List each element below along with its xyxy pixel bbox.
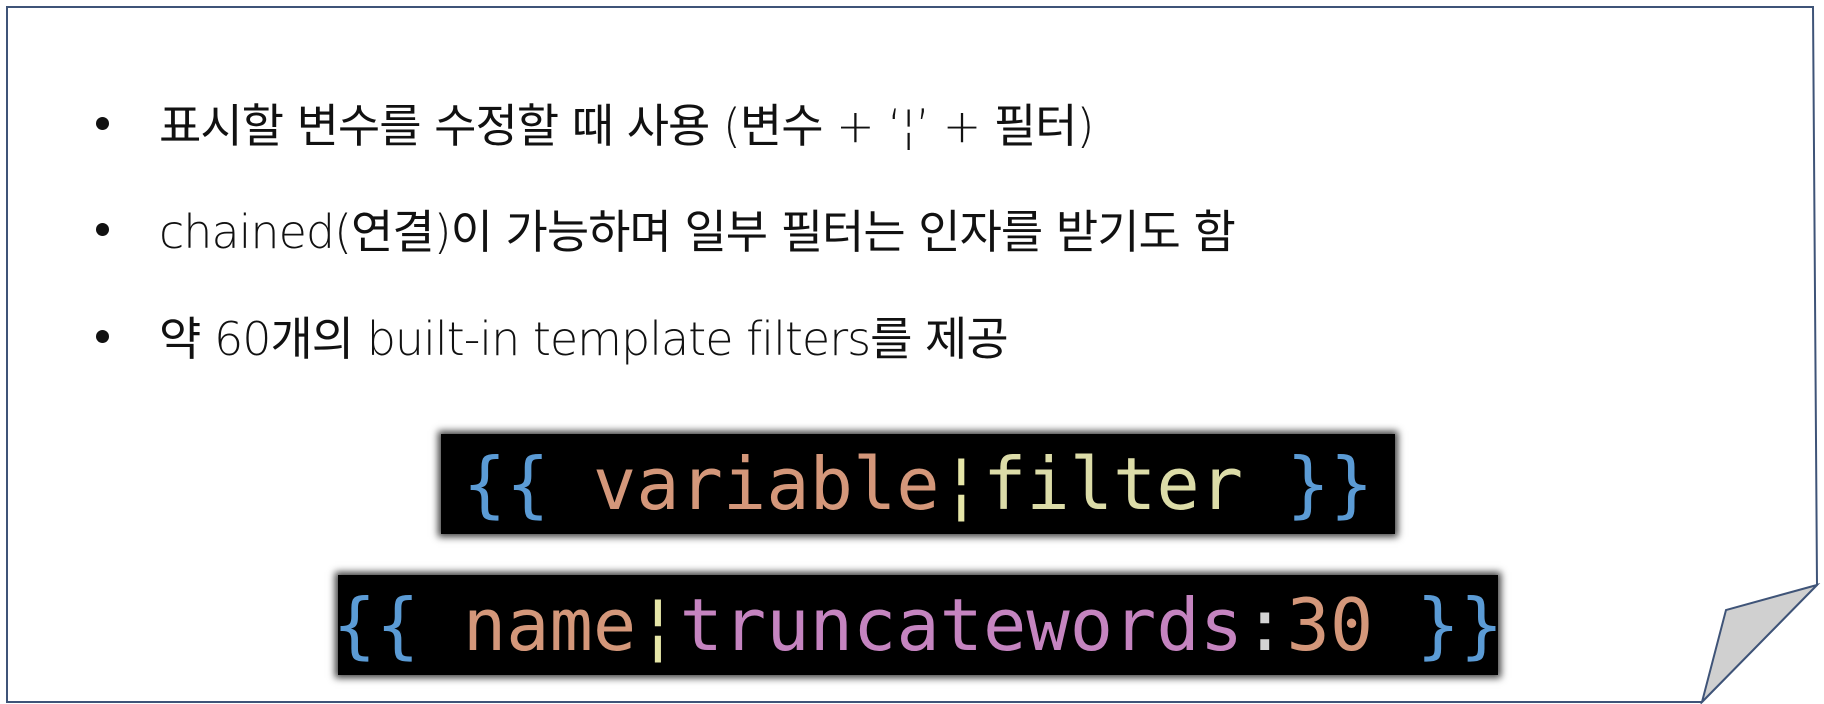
- variable-token: variable: [592, 442, 940, 526]
- bullet-text: chained(연결)이 가능하며 일부 필터는 인자를 받기도 함: [159, 205, 1236, 259]
- code-example-truncatewords: {{ name ¦ truncatewords : 30 }}: [333, 575, 1503, 675]
- filter-token: filter: [983, 442, 1244, 526]
- close-braces: }}: [1286, 442, 1374, 526]
- open-braces: {{: [462, 442, 550, 526]
- bullet-item: 표시할 변수를 수정할 때 사용 (변수 + ‘¦’ + 필터): [96, 88, 1094, 158]
- argument-token: 30: [1286, 583, 1374, 667]
- bullet-marker: [96, 116, 109, 130]
- pipe-token: ¦: [939, 442, 984, 526]
- bullet-marker: [96, 329, 109, 343]
- bullet-item: chained(연결)이 가능하며 일부 필터는 인자를 받기도 함: [96, 194, 1236, 264]
- bullet-marker: [96, 222, 109, 236]
- colon-token: :: [1243, 583, 1287, 667]
- close-braces: }}: [1416, 583, 1504, 667]
- bullet-item: 약 60개의 built-in template filters를 제공: [96, 301, 1009, 371]
- code-example-variable-filter: {{ variable ¦ filter }}: [441, 434, 1395, 534]
- bullet-text: 약 60개의 built-in template filters를 제공: [159, 312, 1009, 366]
- variable-token: name: [462, 583, 637, 667]
- open-braces: {{: [332, 583, 420, 667]
- pipe-token: ¦: [636, 583, 680, 667]
- bullet-text: 표시할 변수를 수정할 때 사용 (변수 + ‘¦’ + 필터): [159, 99, 1094, 153]
- filter-token: truncatewords: [679, 583, 1244, 667]
